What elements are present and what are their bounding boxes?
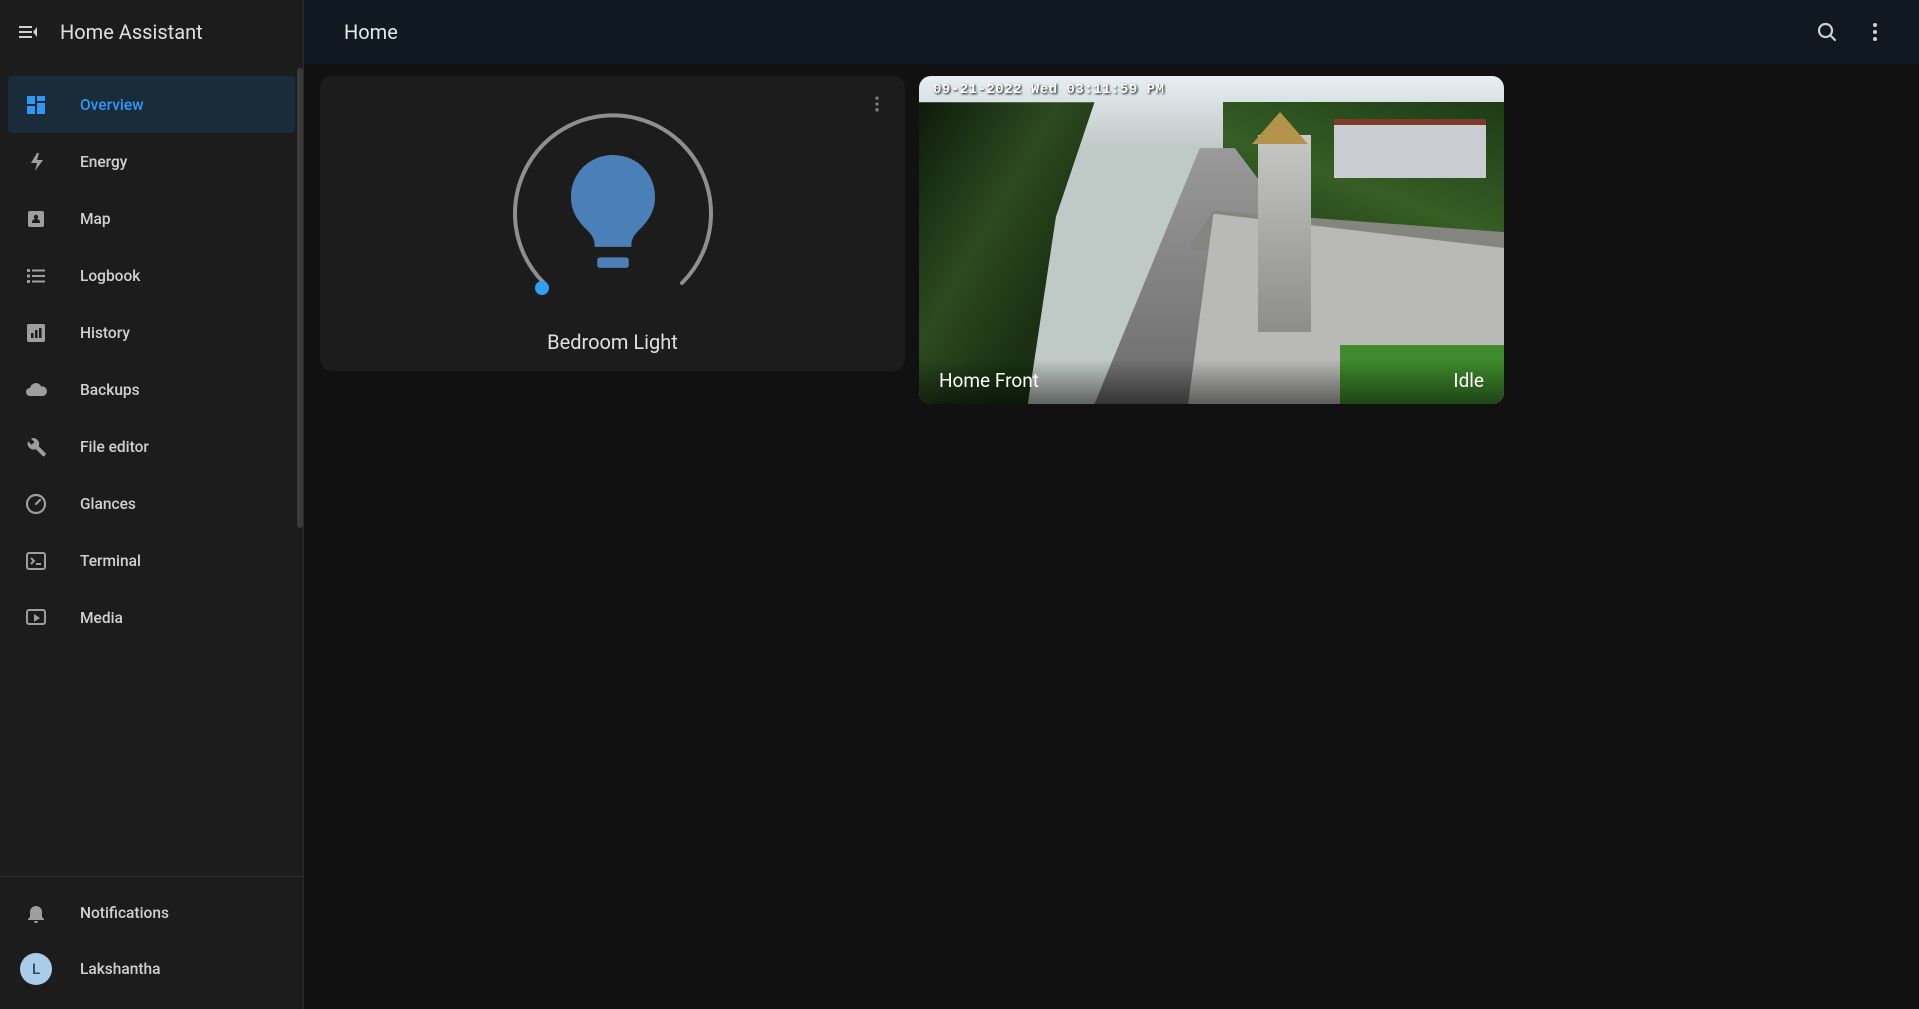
light-name-label: Bedroom Light — [547, 330, 678, 354]
chart-icon — [24, 321, 48, 345]
sidebar-item-history[interactable]: History — [8, 304, 295, 361]
sidebar-item-label: Notifications — [80, 904, 169, 922]
camera-name-label: Home Front — [939, 369, 1039, 392]
sidebar-item-notifications[interactable]: Notifications — [8, 885, 295, 941]
brightness-dial[interactable] — [503, 104, 723, 324]
scrollbar[interactable] — [297, 68, 303, 528]
sidebar-item-label: Map — [80, 210, 111, 228]
sidebar-footer: Notifications L Lakshantha — [0, 885, 303, 1009]
sidebar-item-label: Terminal — [80, 552, 141, 570]
sidebar-item-backups[interactable]: Backups — [8, 361, 295, 418]
terminal-icon — [24, 549, 48, 573]
user-name: Lakshantha — [80, 960, 161, 978]
search-button[interactable] — [1803, 8, 1851, 56]
main: Home Bedroom Light — [304, 0, 1919, 1009]
dots-vertical-icon — [867, 94, 887, 114]
sidebar-item-label: Media — [80, 609, 123, 627]
light-card[interactable]: Bedroom Light — [320, 76, 905, 371]
sidebar-divider — [0, 876, 303, 877]
wrench-icon — [24, 435, 48, 459]
sidebar: Home Assistant Overview Energy Map Log — [0, 0, 304, 1009]
sidebar-item-glances[interactable]: Glances — [8, 475, 295, 532]
sidebar-item-label: Logbook — [80, 267, 140, 285]
menu-toggle-button[interactable] — [16, 20, 40, 44]
dashboard-content: Bedroom Light 09-21-2022 — [304, 64, 1919, 1009]
dots-vertical-icon — [1863, 20, 1887, 44]
dashboard-icon — [24, 93, 48, 117]
sidebar-item-label: Overview — [80, 96, 144, 114]
app-title: Home Assistant — [60, 20, 203, 44]
sidebar-item-label: Glances — [80, 495, 136, 513]
sidebar-item-label: Backups — [80, 381, 140, 399]
sidebar-item-terminal[interactable]: Terminal — [8, 532, 295, 589]
overflow-menu-button[interactable] — [1851, 8, 1899, 56]
camera-footer: Home Front Idle — [919, 359, 1504, 404]
sidebar-item-label: File editor — [80, 438, 149, 456]
menu-collapse-icon — [16, 20, 40, 44]
bell-icon — [24, 901, 48, 925]
camera-scene-illustration — [919, 76, 1504, 404]
brightness-knob[interactable] — [535, 281, 549, 295]
sidebar-item-logbook[interactable]: Logbook — [8, 247, 295, 304]
camera-timestamp-overlay: 09-21-2022 Wed 03:11:59 PM — [933, 82, 1164, 98]
list-icon — [24, 264, 48, 288]
sidebar-item-user[interactable]: L Lakshantha — [8, 941, 295, 997]
topbar: Home — [304, 0, 1919, 64]
sidebar-item-label: History — [80, 324, 130, 342]
cloud-icon — [24, 378, 48, 402]
camera-feed — [919, 76, 1504, 404]
sidebar-nav: Overview Energy Map Logbook History — [0, 64, 303, 868]
sidebar-header: Home Assistant — [0, 0, 303, 64]
avatar: L — [20, 953, 52, 985]
view-title: Home — [344, 20, 398, 44]
sidebar-item-overview[interactable]: Overview — [8, 76, 295, 133]
card-menu-button[interactable] — [867, 94, 887, 118]
sidebar-item-fileeditor[interactable]: File editor — [8, 418, 295, 475]
sidebar-item-media[interactable]: Media — [8, 589, 295, 646]
sidebar-item-label: Energy — [80, 153, 127, 171]
sidebar-item-map[interactable]: Map — [8, 190, 295, 247]
camera-card[interactable]: 09-21-2022 Wed 03:11:59 PM Home Front Id… — [919, 76, 1504, 404]
camera-status-label: Idle — [1453, 369, 1484, 392]
gauge-icon — [24, 492, 48, 516]
map-pin-icon — [24, 207, 48, 231]
bolt-icon — [24, 150, 48, 174]
sidebar-item-energy[interactable]: Energy — [8, 133, 295, 190]
search-icon — [1815, 20, 1839, 44]
play-icon — [24, 606, 48, 630]
